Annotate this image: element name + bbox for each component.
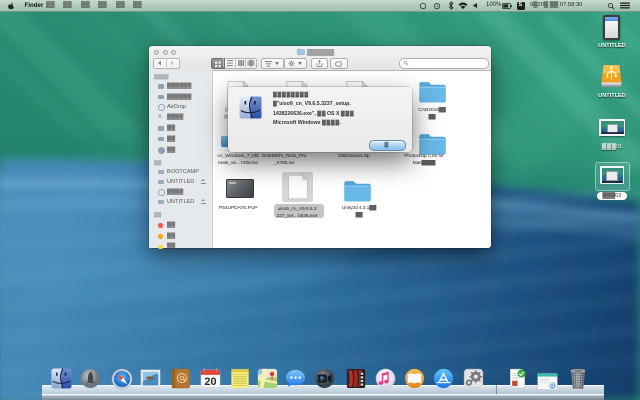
svg-text:20: 20 — [204, 376, 216, 388]
